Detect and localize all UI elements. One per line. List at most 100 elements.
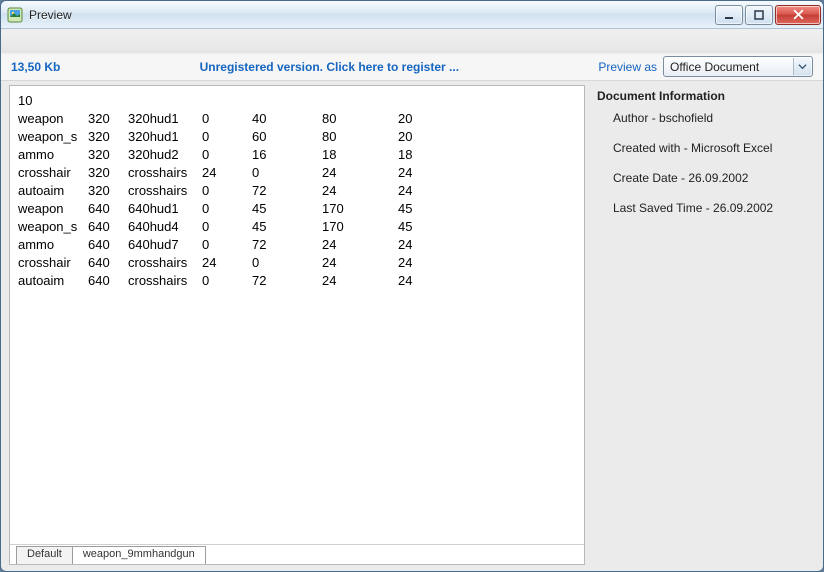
cell: weapon_s xyxy=(18,128,88,146)
cell: 40 xyxy=(252,110,322,128)
table-row: autoaim320crosshairs0722424 xyxy=(18,182,576,200)
table-row: autoaim640crosshairs0722424 xyxy=(18,272,576,290)
cell: 20 xyxy=(398,128,438,146)
cell: 0 xyxy=(202,128,252,146)
cell: 80 xyxy=(322,128,398,146)
cell: 72 xyxy=(252,182,322,200)
table-row: ammo640640hud70722424 xyxy=(18,236,576,254)
cell: 0 xyxy=(202,200,252,218)
cell: 24 xyxy=(202,254,252,272)
sheet-tab[interactable]: Default xyxy=(16,546,73,564)
doc-first-line: 10 xyxy=(18,92,32,110)
cell: 640 xyxy=(88,218,128,236)
cell: 0 xyxy=(202,146,252,164)
cell: 16 xyxy=(252,146,322,164)
cell: 24 xyxy=(398,236,438,254)
info-row: Create Date - 26.09.2002 xyxy=(613,171,809,185)
cell: 45 xyxy=(252,218,322,236)
cell: 0 xyxy=(252,254,322,272)
cell: ammo xyxy=(18,146,88,164)
cell: 80 xyxy=(322,110,398,128)
cell: 640 xyxy=(88,236,128,254)
info-row: Created with - Microsoft Excel xyxy=(613,141,809,155)
cell: 640hud4 xyxy=(128,218,202,236)
cell: 320 xyxy=(88,128,128,146)
cell: 24 xyxy=(322,254,398,272)
table-row: weapon_s640640hud404517045 xyxy=(18,218,576,236)
toolbar-blurred xyxy=(1,29,823,53)
chevron-down-icon xyxy=(793,58,811,75)
cell: 320 xyxy=(88,110,128,128)
table-row: weapon320320hud10408020 xyxy=(18,110,576,128)
cell: 24 xyxy=(322,182,398,200)
preview-as-label: Preview as xyxy=(598,60,657,74)
cell: 320 xyxy=(88,146,128,164)
file-size: 13,50 Kb xyxy=(11,60,60,74)
cell: 24 xyxy=(398,272,438,290)
cell: 0 xyxy=(202,272,252,290)
cell: 45 xyxy=(252,200,322,218)
preview-as-combo[interactable]: Office Document xyxy=(663,56,813,77)
table-row: weapon_s320320hud10608020 xyxy=(18,128,576,146)
cell: 24 xyxy=(322,272,398,290)
app-icon xyxy=(7,7,23,23)
cell: 24 xyxy=(322,164,398,182)
maximize-button[interactable] xyxy=(745,5,773,25)
document-info-panel: Document Information Author - bschofield… xyxy=(591,85,815,565)
cell: 640 xyxy=(88,254,128,272)
cell: weapon xyxy=(18,110,88,128)
document-body[interactable]: 10 weapon320320hud10408020weapon_s320320… xyxy=(10,86,584,544)
window-title: Preview xyxy=(29,8,72,22)
cell: 320 xyxy=(88,182,128,200)
cell: 170 xyxy=(322,218,398,236)
info-row: Last Saved Time - 26.09.2002 xyxy=(613,201,809,215)
window: Preview 13,50 Kb Unregistered version. C… xyxy=(0,0,824,572)
cell: 0 xyxy=(202,218,252,236)
sheet-tab[interactable]: weapon_9mmhandgun xyxy=(72,546,206,564)
info-row: Author - bschofield xyxy=(613,111,809,125)
cell: 320hud1 xyxy=(128,110,202,128)
cell: 0 xyxy=(202,110,252,128)
titlebar[interactable]: Preview xyxy=(1,1,823,29)
window-buttons xyxy=(715,5,821,25)
table-row: ammo320320hud20161818 xyxy=(18,146,576,164)
cell: 24 xyxy=(322,236,398,254)
sheet-tabs: Defaultweapon_9mmhandgun xyxy=(10,544,584,564)
table-row: weapon640640hud104517045 xyxy=(18,200,576,218)
document-info-heading: Document Information xyxy=(597,89,809,103)
subheader: 13,50 Kb Unregistered version. Click her… xyxy=(1,53,823,81)
table-row: crosshair640crosshairs2402424 xyxy=(18,254,576,272)
cell: 24 xyxy=(398,254,438,272)
cell: ammo xyxy=(18,236,88,254)
minimize-button[interactable] xyxy=(715,5,743,25)
cell: 320hud2 xyxy=(128,146,202,164)
cell: 640hud7 xyxy=(128,236,202,254)
cell: weapon xyxy=(18,200,88,218)
cell: 0 xyxy=(252,164,322,182)
table-row: crosshair320crosshairs2402424 xyxy=(18,164,576,182)
cell: 640hud1 xyxy=(128,200,202,218)
cell: 72 xyxy=(252,272,322,290)
cell: 170 xyxy=(322,200,398,218)
content-area: 10 weapon320320hud10408020weapon_s320320… xyxy=(1,81,823,571)
cell: 24 xyxy=(398,182,438,200)
cell: crosshairs xyxy=(128,272,202,290)
cell: 24 xyxy=(398,164,438,182)
cell: 640 xyxy=(88,200,128,218)
cell: crosshair xyxy=(18,254,88,272)
cell: weapon_s xyxy=(18,218,88,236)
cell: crosshairs xyxy=(128,254,202,272)
cell: 45 xyxy=(398,200,438,218)
cell: 18 xyxy=(322,146,398,164)
cell: 320hud1 xyxy=(128,128,202,146)
close-button[interactable] xyxy=(775,5,821,25)
preview-as-value: Office Document xyxy=(670,60,759,74)
cell: 320 xyxy=(88,164,128,182)
cell: autoaim xyxy=(18,182,88,200)
register-link[interactable]: Unregistered version. Click here to regi… xyxy=(60,60,598,74)
cell: 0 xyxy=(202,182,252,200)
cell: crosshairs xyxy=(128,164,202,182)
cell: 72 xyxy=(252,236,322,254)
cell: 640 xyxy=(88,272,128,290)
cell: 18 xyxy=(398,146,438,164)
